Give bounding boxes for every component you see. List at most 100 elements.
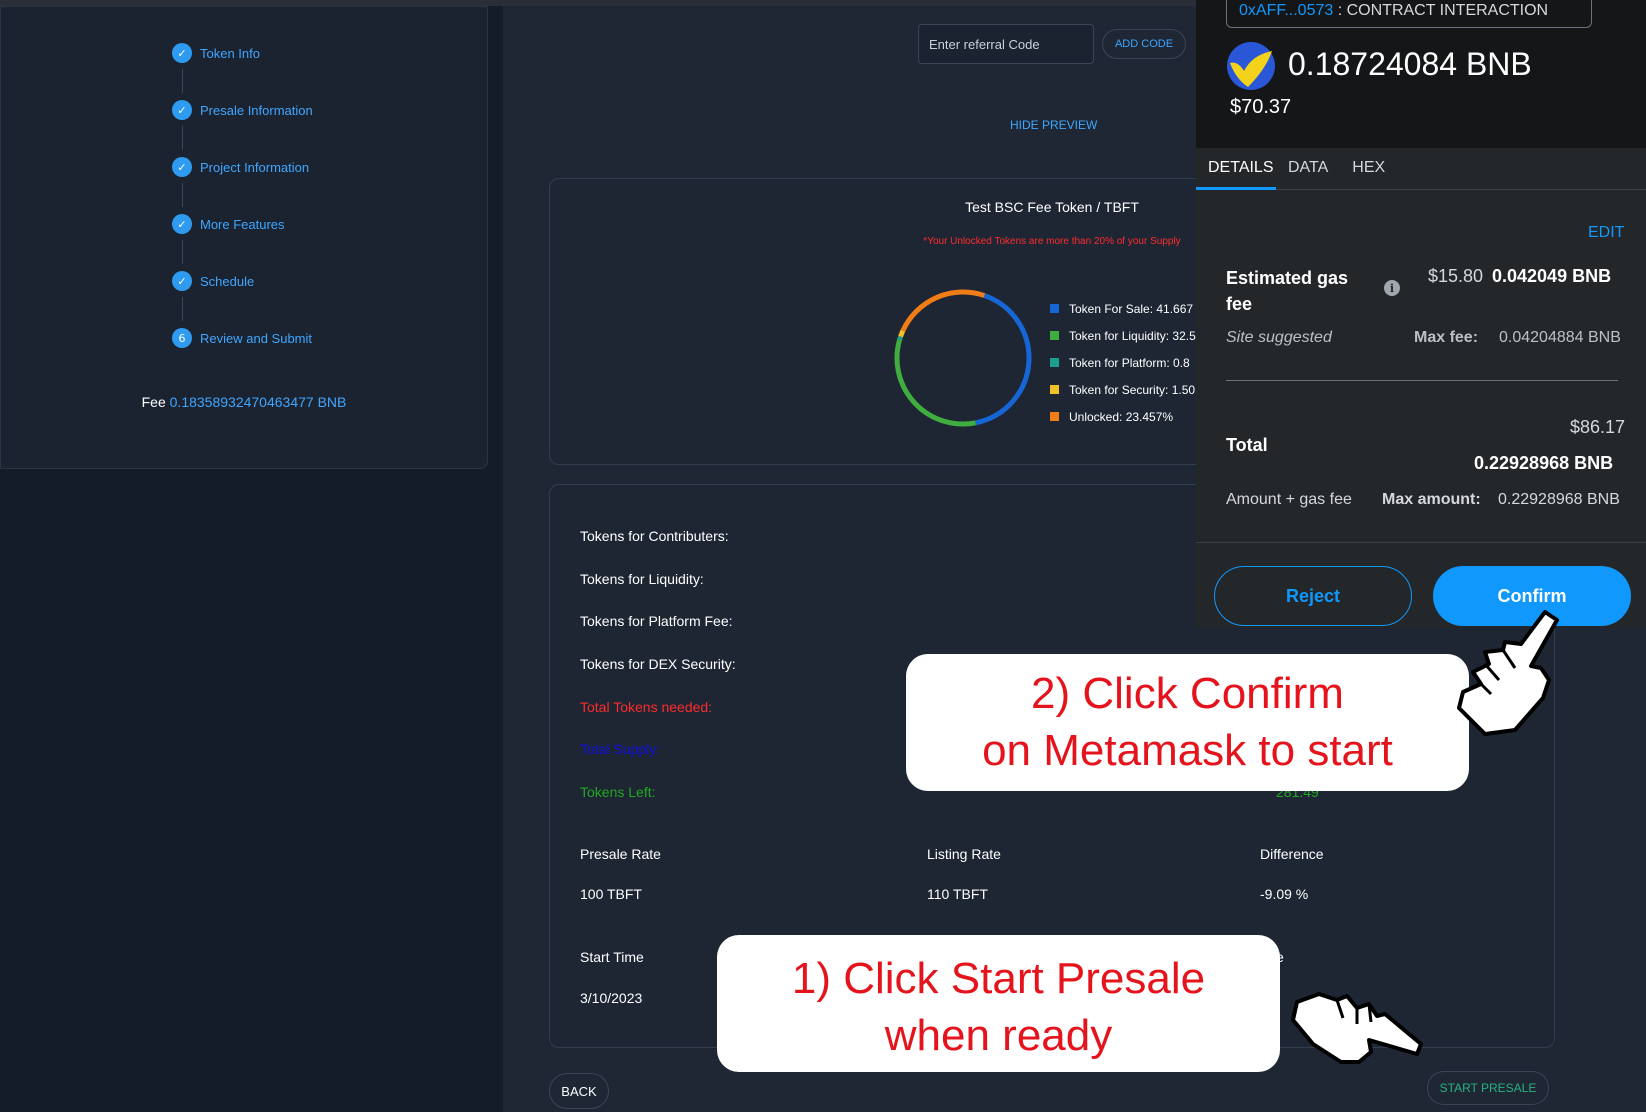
legend-item: Token for Security: 1.50 xyxy=(1050,376,1196,403)
step-review-and-submit[interactable]: 6 Review and Submit xyxy=(172,328,312,348)
reject-button[interactable]: Reject xyxy=(1214,566,1412,626)
step-label: Token Info xyxy=(200,45,260,61)
max-amount-value: 0.22928968 BNB xyxy=(1498,491,1620,508)
donut-slice-3 xyxy=(898,329,906,338)
legend-swatch-1 xyxy=(1050,331,1059,340)
legend-swatch-0 xyxy=(1050,304,1059,313)
step-token-info[interactable]: ✓ Token Info xyxy=(172,43,260,63)
step-check-icon: ✓ xyxy=(172,100,192,120)
difference-label: Difference xyxy=(1260,846,1324,862)
presale-rate-value: 100 TBFT xyxy=(580,886,642,902)
token-donut-chart xyxy=(894,289,1032,427)
step-connector xyxy=(182,126,183,150)
gas-fee-bnb: 0.042049 BNB xyxy=(1492,266,1612,286)
step-presale-information[interactable]: ✓ Presale Information xyxy=(172,100,313,120)
step-connector xyxy=(182,240,183,264)
start-time-value: 3/10/2023 xyxy=(580,990,643,1006)
unlocked-warning: *Your Unlocked Tokens are more than 20% … xyxy=(923,236,1181,247)
contract-interaction-origin: 0xAFF...0573 : CONTRACT INTERACTION xyxy=(1226,0,1592,28)
difference-value: -9.09 % xyxy=(1260,886,1309,902)
donut-slice-2 xyxy=(897,335,903,341)
callout-line: on Metamask to start xyxy=(982,726,1393,775)
legend-label: Token For Sale: 41.667 xyxy=(1069,301,1194,316)
callout-line: when ready xyxy=(884,1011,1113,1060)
step-check-icon: ✓ xyxy=(172,214,192,234)
total-usd: $86.17 xyxy=(1570,417,1626,437)
step-label: Presale Information xyxy=(200,102,313,118)
gas-fee-usd: $15.80 xyxy=(1428,266,1484,286)
callout-line: 2) Click Confirm xyxy=(1031,669,1344,718)
max-amount-label: Max amount: xyxy=(1382,491,1481,508)
callout-line: 1) Click Start Presale xyxy=(791,954,1206,1003)
legend-item: Token for Liquidity: 32.5 xyxy=(1050,322,1196,349)
max-fee-value: 0.04204884 BNB xyxy=(1499,329,1621,346)
fee-value: 0.18358932470463477 BNB xyxy=(169,394,347,410)
summary-row-label-total-needed: Total Tokens needed: xyxy=(580,699,713,715)
chart-legend: Token For Sale: 41.667 Token for Liquidi… xyxy=(1050,295,1196,430)
step-schedule[interactable]: ✓ Schedule xyxy=(172,271,254,291)
step-label: Review and Submit xyxy=(200,330,312,346)
step-label: More Features xyxy=(200,216,285,232)
metamask-confirmation-panel: 0xAFF...0573 : CONTRACT INTERACTION 0.18… xyxy=(1196,0,1646,628)
divider xyxy=(1226,380,1618,381)
step-check-icon: ✓ xyxy=(172,157,192,177)
legend-label: Unlocked: 23.457% xyxy=(1069,409,1174,424)
chart-title: Test BSC Fee Token / TBFT xyxy=(965,199,1139,215)
contract-address[interactable]: 0xAFF...0573 xyxy=(1239,2,1333,19)
legend-label: Token for Liquidity: 32.5 xyxy=(1069,328,1196,343)
pointing-hand-icon xyxy=(1291,992,1423,1064)
listing-rate-value: 110 TBFT xyxy=(927,886,988,902)
step-connector xyxy=(182,183,183,207)
summary-row-label: Tokens for DEX Security: xyxy=(580,656,736,672)
edit-gas-link[interactable]: EDIT xyxy=(1588,224,1624,242)
listing-rate-label: Listing Rate xyxy=(927,846,1001,862)
metamask-tabs: DETAILS DATA HEX xyxy=(1196,148,1646,190)
summary-row-label: Tokens for Platform Fee: xyxy=(580,613,733,629)
donut-slice-4 xyxy=(900,289,986,332)
total-bnb: 0.22928968 BNB xyxy=(1474,453,1614,473)
step-more-features[interactable]: ✓ More Features xyxy=(172,214,285,234)
summary-row-label: Tokens for Contributers: xyxy=(580,528,729,544)
amount-gas-fee-label: Amount + gas fee xyxy=(1226,491,1352,508)
step-number-badge: 6 xyxy=(172,328,192,348)
step-label: Schedule xyxy=(200,273,255,289)
donut-slice-1 xyxy=(894,338,977,427)
summary-row-label: Tokens for Liquidity: xyxy=(580,571,704,587)
step-connector xyxy=(182,69,183,93)
pointing-hand-icon xyxy=(1457,610,1559,736)
step-label: Project Information xyxy=(200,159,310,175)
step-project-information[interactable]: ✓ Project Information xyxy=(172,157,309,177)
confirm-instruction-callout: 2) Click Confirm on Metamask to start xyxy=(906,654,1469,791)
step-check-icon: ✓ xyxy=(172,43,192,63)
step-connector xyxy=(182,297,183,321)
bnb-token-icon xyxy=(1227,42,1275,90)
legend-swatch-3 xyxy=(1050,385,1059,394)
legend-swatch-4 xyxy=(1050,412,1059,421)
step-check-icon: ✓ xyxy=(172,271,192,291)
legend-item: Token For Sale: 41.667 xyxy=(1050,295,1196,322)
back-button[interactable]: BACK xyxy=(549,1073,609,1109)
info-icon[interactable]: i xyxy=(1384,280,1400,296)
legend-label: Token for Platform: 0.8 xyxy=(1069,355,1190,370)
start-time-label: Start Time xyxy=(580,949,644,965)
donut-slice-0 xyxy=(975,293,1032,426)
tab-hex[interactable]: HEX xyxy=(1340,148,1397,190)
tab-details[interactable]: DETAILS xyxy=(1196,148,1276,190)
estimated-gas-fee-label: Estimated gas fee xyxy=(1226,268,1349,314)
legend-label: Token for Security: 1.50 xyxy=(1069,382,1196,397)
contract-interaction-label: : CONTRACT INTERACTION xyxy=(1337,2,1549,19)
metamask-header: 0xAFF...0573 : CONTRACT INTERACTION 0.18… xyxy=(1196,0,1646,148)
legend-item: Token for Platform: 0.8 xyxy=(1050,349,1196,376)
start-presale-button[interactable]: START PRESALE xyxy=(1427,1071,1549,1105)
add-code-button[interactable]: ADD CODE xyxy=(1102,29,1186,59)
transaction-amount: 0.18724084 BNB xyxy=(1288,46,1532,82)
referral-code-input[interactable] xyxy=(918,24,1094,64)
start-presale-instruction-callout: 1) Click Start Presale when ready xyxy=(717,935,1280,1072)
tab-data[interactable]: DATA xyxy=(1276,148,1340,190)
hide-preview-link[interactable]: HIDE PREVIEW xyxy=(1010,118,1097,132)
legend-item: Unlocked: 23.457% xyxy=(1050,403,1196,430)
transaction-amount-usd: $70.37 xyxy=(1230,96,1292,118)
max-fee-label: Max fee: xyxy=(1414,329,1479,346)
fee-summary: Fee 0.18358932470463477 BNB xyxy=(0,394,488,410)
summary-row-label-total-supply: Total Supply: xyxy=(580,741,661,757)
